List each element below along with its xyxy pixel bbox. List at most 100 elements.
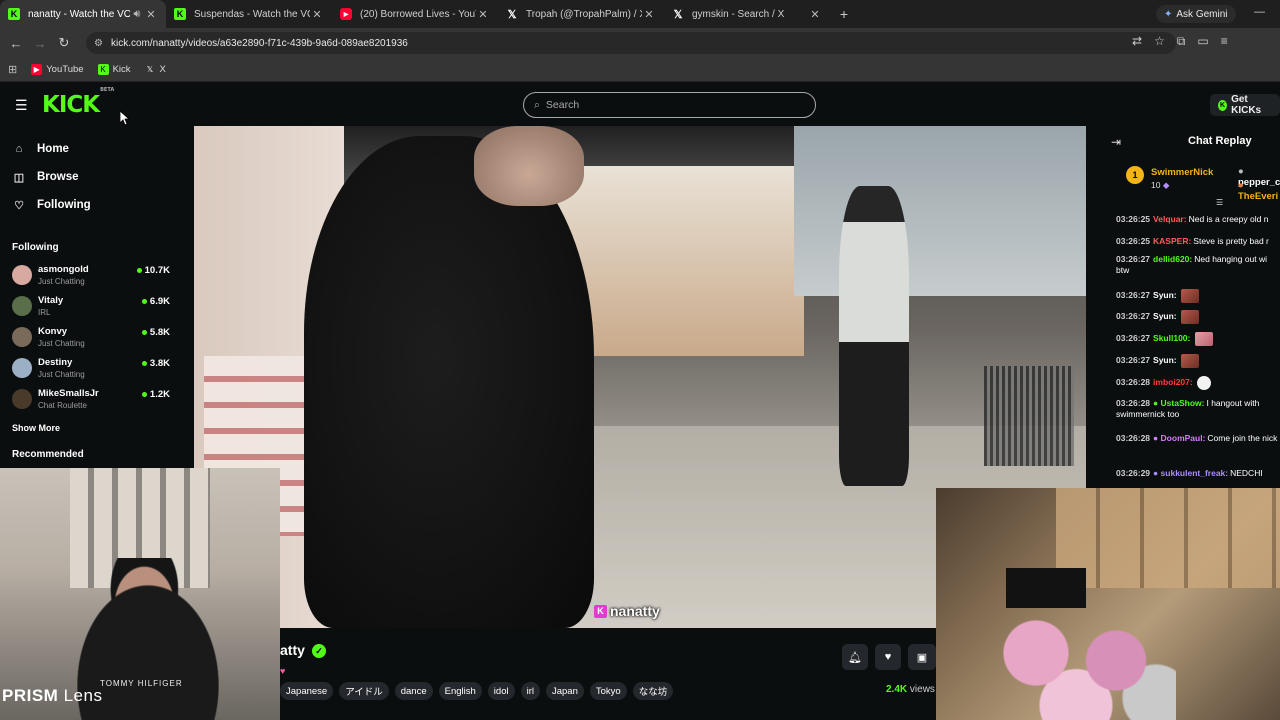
avatar [12,296,32,316]
close-tab-icon[interactable]: ✕ [310,8,324,21]
tab-title: Suspendas - Watch the VOD o [194,8,310,20]
ask-gemini-label: Ask Gemini [1176,8,1228,20]
browser-tab[interactable]: ▶ (20) Borrowed Lives - YouTube✕ [332,0,498,28]
expand-gifters-icon[interactable]: ☰ [1216,198,1223,207]
tab-title: Tropah (@TropahPalm) / X [526,8,642,20]
chat-username[interactable]: dellid620: [1153,254,1192,264]
mute-tab-icon[interactable]: 🔊︎ [130,8,144,21]
tag-chip[interactable]: irl [520,682,540,700]
video-scene-head [474,126,584,206]
extensions-icon[interactable]: ⧉ [1177,34,1186,49]
tag-chip[interactable]: dance [394,682,433,700]
following-channel-row[interactable]: Vitaly IRL 6.9K [12,293,170,321]
collapse-chat-icon[interactable]: ⇥ [1111,135,1121,149]
chat-username[interactable]: KASPER: [1153,236,1191,246]
video-scene-man [304,136,594,628]
chat-username[interactable]: DoomPaul: [1161,433,1206,443]
minimize-window-icon[interactable]: — [1254,6,1265,18]
site-info-icon[interactable]: ⚙ [94,38,103,49]
chat-username[interactable]: Syun: [1153,311,1177,321]
menu-icon[interactable]: ≡ [1221,34,1228,49]
following-channel-row[interactable]: Destiny Just Chatting 3.8K [12,355,170,383]
translate-icon[interactable]: ⇄ [1132,34,1142,49]
chat-username[interactable]: Syun: [1153,355,1177,365]
bookmark-item[interactable]: 𝕏X [145,64,166,75]
tag-chip[interactable]: なな坊 [632,682,674,700]
bookmark-item[interactable]: K Kick [97,64,131,75]
gifter-3-name[interactable]: ● TheEveri [1238,180,1280,202]
chat-emote-icon [1194,332,1213,346]
chat-username[interactable]: sukkulent_freak: [1161,468,1229,478]
following-channel-row[interactable]: Konvy Just Chatting 5.8K [12,324,170,352]
nav-home[interactable]: ⌂ Home [13,140,69,158]
tag-chip[interactable]: idol [487,682,515,700]
notification-bell-button[interactable]: 🔔︎ [842,644,868,670]
ask-gemini-button[interactable]: ✦ Ask Gemini [1156,5,1236,23]
back-icon[interactable]: ← [4,36,28,51]
channel-name: MikeSmallsJr [38,388,99,399]
tag-chip[interactable]: Tokyo [589,682,627,700]
bookmark-item[interactable]: ▶ YouTube [31,64,84,75]
following-channel-row[interactable]: asmongold Just Chatting 10.7K [12,262,170,290]
browser-tab[interactable]: 𝕏gymskin - Search / X ✕ [664,0,830,28]
nav-following[interactable]: ♡ Following [13,196,91,214]
viewer-count: 10.7K [136,265,170,276]
chat-username[interactable]: Syun: [1153,290,1177,300]
get-kicks-button[interactable]: K Get KICKs [1210,94,1280,116]
chat-username[interactable]: imboi207: [1153,377,1193,387]
x-favicon-icon: 𝕏 [146,65,154,74]
avatar [12,265,32,285]
user-badge-icon: ● [1153,468,1159,478]
show-more-link[interactable]: Show More [12,423,60,433]
browser-tab[interactable]: K Suspendas - Watch the VOD o✕ [166,0,332,28]
chat-username[interactable]: Skull100: [1153,333,1190,343]
close-tab-icon[interactable]: ✕ [642,8,656,21]
chat-username[interactable]: Velquar: [1153,214,1187,224]
url-field[interactable]: ⚙ kick.com/nanatty/videos/a63e2890-f71c-… [86,32,1176,54]
chat-timestamp: 03:26:28 [1116,398,1151,408]
get-kicks-label: Get KICKs [1231,94,1262,116]
hamburger-menu-icon[interactable]: ☰ [15,98,29,112]
forward-icon[interactable]: → [28,36,52,51]
reload-icon[interactable]: ↻ [52,35,76,51]
youtube-favicon-icon: ▶ [31,64,43,75]
sidepanel-icon[interactable]: ▭ [1197,34,1208,49]
follow-heart-button[interactable]: ♥ [875,644,901,670]
tag-chip[interactable]: Japan [545,682,584,700]
chat-timestamp: 03:26:27 [1116,254,1151,264]
video-scene-person [839,186,909,486]
top-gifter-name[interactable]: SwimmerNick [1151,167,1213,178]
live-dot-icon [141,299,147,304]
kick-favicon-icon: K [8,8,20,20]
new-tab-button[interactable]: + [832,6,856,22]
following-channel-row[interactable]: MikeSmallsJr Chat Roulette 1.2K [12,386,170,414]
browser-tab[interactable]: 𝕏 Tropah (@TropahPalm) / X ✕ [498,0,664,28]
tag-chip[interactable]: アイドル [339,682,389,700]
channel-category: Chat Roulette [38,401,87,410]
apps-grid-icon[interactable]: ⊞ [8,63,17,76]
channel-category: Just Chatting [38,370,85,379]
close-tab-icon[interactable]: ✕ [144,8,158,21]
chat-message: 03:26:28 imboi207: [1116,376,1280,390]
search-input[interactable]: ⌕ Search [523,92,816,118]
browser-tab[interactable]: Knanatty - Watch the VOD o🔊︎✕ [0,0,166,28]
views-suffix: views [909,684,935,695]
heart-icon: ♥ [884,651,892,663]
recommended-section-title: Recommended [12,449,84,460]
mouse-cursor-icon [120,111,130,126]
chat-username[interactable]: UstaShow: [1161,398,1205,408]
kick-logo[interactable]: KICKBETA [42,87,114,118]
tag-chip[interactable]: Japanese [280,682,334,700]
heart-icon: ♡ [14,199,24,212]
shirt-logo-text: TOMMY HILFIGER [100,679,183,688]
bookmark-star-icon[interactable]: ☆ [1154,34,1165,49]
live-dot-icon [141,361,147,366]
tag-chip[interactable]: English [438,682,482,700]
chat-timestamp: 03:26:25 [1116,214,1151,224]
close-tab-icon[interactable]: ✕ [808,8,822,21]
chat-timestamp: 03:26:28 [1116,433,1151,443]
gift-sub-button[interactable]: ▣ [908,644,936,670]
close-tab-icon[interactable]: ✕ [476,8,490,21]
channel-name[interactable]: atty [280,642,305,658]
nav-browse[interactable]: ◫ Browse [13,168,79,186]
